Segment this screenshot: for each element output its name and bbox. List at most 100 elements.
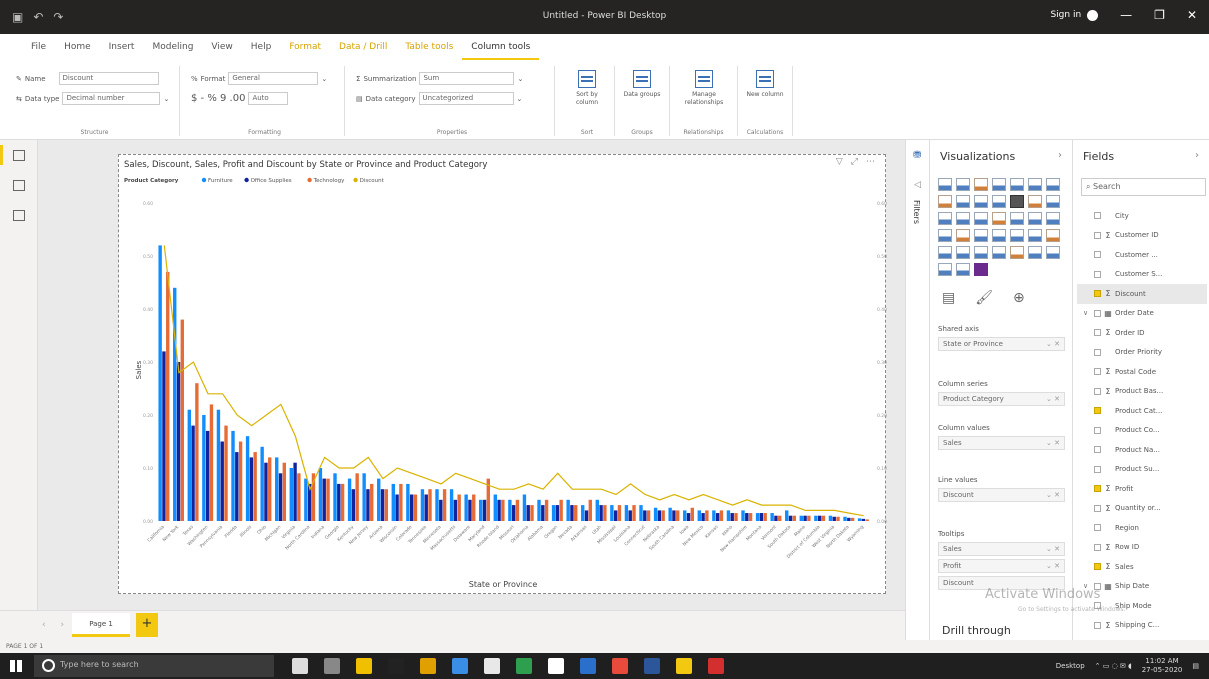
- visual-type-icon[interactable]: [992, 195, 1006, 208]
- bar[interactable]: [668, 507, 672, 521]
- bar[interactable]: [231, 430, 235, 521]
- bar[interactable]: [850, 517, 855, 521]
- bar[interactable]: [537, 499, 541, 521]
- bar[interactable]: [420, 489, 425, 521]
- windows-start-icon[interactable]: [10, 660, 22, 672]
- bar[interactable]: [617, 505, 622, 521]
- bar[interactable]: [195, 383, 199, 521]
- bar[interactable]: [187, 409, 191, 521]
- visual-type-icon[interactable]: [992, 229, 1006, 242]
- bar[interactable]: [719, 510, 724, 521]
- bar[interactable]: [176, 362, 181, 521]
- bar[interactable]: [792, 515, 796, 521]
- chevron-down-icon[interactable]: ⌄: [517, 75, 523, 83]
- bar[interactable]: [770, 513, 774, 521]
- bar[interactable]: [526, 505, 530, 521]
- bar[interactable]: [817, 515, 822, 521]
- visual-type-icon[interactable]: [974, 263, 988, 276]
- field-checkbox[interactable]: [1094, 621, 1101, 629]
- new-column-button[interactable]: New column: [745, 70, 785, 99]
- terminal-icon[interactable]: [388, 658, 404, 674]
- bar[interactable]: [493, 494, 497, 522]
- bar[interactable]: [162, 351, 166, 521]
- bar[interactable]: [748, 513, 753, 521]
- bar[interactable]: [610, 505, 614, 521]
- field-checkbox[interactable]: [1094, 387, 1101, 395]
- bar[interactable]: [566, 499, 570, 521]
- visual-type-icon[interactable]: [1046, 229, 1060, 242]
- bar[interactable]: [380, 489, 385, 521]
- bar[interactable]: [304, 478, 308, 521]
- bar[interactable]: [322, 478, 326, 521]
- report-view-icon[interactable]: [13, 150, 25, 161]
- legend-entry[interactable]: Technology: [313, 178, 346, 184]
- bar[interactable]: [832, 516, 836, 521]
- visual-type-icon[interactable]: [938, 263, 952, 276]
- bar[interactable]: [836, 516, 840, 521]
- tray-icons[interactable]: ⌃ ▭ ◌ ✉ ◖: [1095, 662, 1132, 670]
- field-row[interactable]: Σ Postal Code: [1077, 362, 1207, 382]
- visual-type-icon[interactable]: [1028, 246, 1042, 259]
- bar[interactable]: [712, 510, 716, 521]
- field-row[interactable]: Customer ...: [1077, 245, 1207, 265]
- combo-chart-visual[interactable]: ▽ ⤢ ⋯ Sales, Discount, Sales, Profit and…: [118, 154, 887, 594]
- bar[interactable]: [293, 462, 297, 521]
- bar[interactable]: [377, 478, 381, 521]
- bar[interactable]: [570, 505, 574, 521]
- bar[interactable]: [778, 515, 782, 521]
- field-row[interactable]: Product Na...: [1077, 440, 1207, 460]
- file-explorer-icon[interactable]: [356, 658, 372, 674]
- field-checkbox[interactable]: [1094, 407, 1101, 415]
- field-checkbox[interactable]: [1094, 446, 1101, 454]
- bar[interactable]: [205, 430, 210, 521]
- visual-type-icon[interactable]: [1046, 178, 1060, 191]
- visual-type-icon[interactable]: [1046, 246, 1060, 259]
- bar[interactable]: [821, 515, 826, 521]
- bar[interactable]: [857, 518, 862, 521]
- bar[interactable]: [511, 505, 516, 521]
- remove-icon[interactable]: ⌄ ✕: [1046, 491, 1060, 499]
- field-row[interactable]: Σ Shipping C...: [1077, 616, 1207, 636]
- datatype-select[interactable]: Decimal number: [62, 92, 161, 105]
- bar[interactable]: [657, 510, 662, 521]
- field-row[interactable]: Σ Sales: [1077, 557, 1207, 577]
- bar[interactable]: [409, 494, 414, 522]
- tooltip-field[interactable]: Profit ⌄ ✕: [938, 559, 1065, 573]
- tab-column-tools[interactable]: Column tools: [462, 34, 540, 60]
- visual-type-icon[interactable]: [1046, 195, 1060, 208]
- bar[interactable]: [603, 505, 607, 521]
- shared-axis-field[interactable]: State or Province ⌄ ✕: [938, 337, 1065, 351]
- bar[interactable]: [599, 505, 603, 521]
- bar[interactable]: [370, 483, 374, 521]
- summarization-select[interactable]: Sum: [419, 72, 515, 85]
- tooltip-field[interactable]: Sales ⌄ ✕: [938, 542, 1065, 556]
- bar[interactable]: [639, 505, 643, 521]
- bar[interactable]: [472, 494, 476, 522]
- bar[interactable]: [741, 510, 745, 521]
- bar[interactable]: [814, 515, 818, 521]
- bar[interactable]: [847, 517, 851, 521]
- bar[interactable]: [541, 505, 545, 521]
- legend-entry[interactable]: Discount: [360, 178, 385, 184]
- field-checkbox[interactable]: [1094, 426, 1101, 434]
- bar[interactable]: [613, 510, 618, 521]
- bar[interactable]: [646, 510, 651, 521]
- bar[interactable]: [366, 489, 370, 521]
- tab-view[interactable]: View: [202, 34, 241, 60]
- chevron-down-icon[interactable]: ⌄: [517, 95, 523, 103]
- bar[interactable]: [278, 473, 283, 521]
- bar[interactable]: [843, 516, 847, 521]
- fields-search-input[interactable]: ⌕ Search: [1081, 178, 1206, 196]
- name-field[interactable]: Discount: [58, 72, 159, 85]
- page-tab-1[interactable]: Page 1: [72, 613, 130, 637]
- bar[interactable]: [584, 510, 589, 521]
- field-checkbox[interactable]: [1094, 212, 1101, 220]
- bar[interactable]: [828, 515, 833, 521]
- page-nav-arrows[interactable]: ‹ ›: [42, 620, 70, 630]
- bar[interactable]: [224, 425, 228, 521]
- bar[interactable]: [861, 518, 866, 521]
- bar[interactable]: [705, 510, 709, 521]
- remove-icon[interactable]: ⌄ ✕: [1046, 439, 1060, 447]
- visual-type-icon[interactable]: [1010, 246, 1024, 259]
- visual-type-icon[interactable]: [1028, 229, 1042, 242]
